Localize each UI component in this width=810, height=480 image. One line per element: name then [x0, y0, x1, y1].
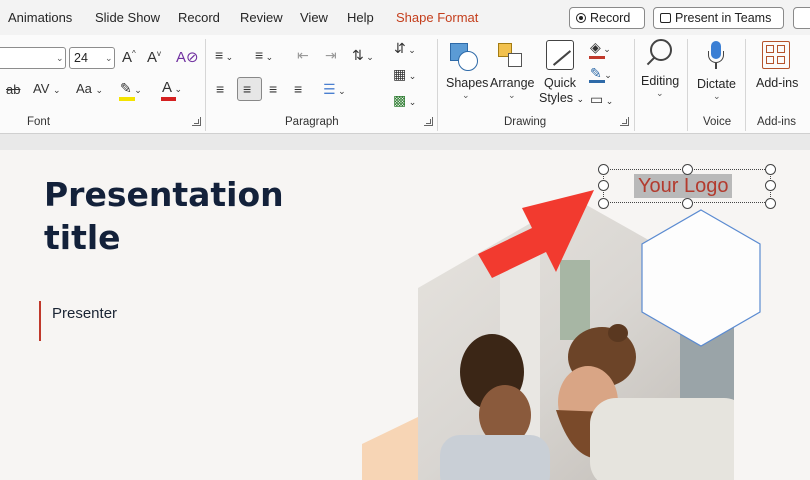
person-right-shirt	[590, 398, 734, 480]
justify-button[interactable]: ≡	[294, 81, 302, 97]
tab-slide-show[interactable]: Slide Show	[95, 10, 160, 25]
resize-handle-bottom-left[interactable]	[598, 198, 609, 209]
comments-button[interactable]	[793, 7, 810, 29]
increase-indent-button[interactable]: ⇥	[325, 47, 337, 64]
font-dialog-launcher[interactable]	[192, 117, 201, 126]
microphone-icon	[708, 41, 724, 71]
grow-font-icon: A	[122, 49, 133, 66]
search-icon	[646, 39, 674, 69]
font-color-button[interactable]: A ⌄	[162, 79, 182, 96]
person-left-shirt	[440, 435, 550, 480]
paragraph-dialog-launcher[interactable]	[424, 117, 433, 126]
columns-button[interactable]: ☰ ⌄	[323, 81, 346, 98]
record-button[interactable]: Record	[569, 7, 645, 29]
shape-effects-button[interactable]: ▭ ⌄	[590, 91, 613, 108]
clear-formatting-icon[interactable]: A⊘	[176, 48, 199, 66]
shrink-font-icon: A	[147, 49, 158, 66]
resize-handle-bottom[interactable]	[682, 198, 693, 209]
red-arrow-icon	[478, 190, 594, 278]
chevron-down-icon: ⌄	[508, 90, 516, 100]
bullets-button[interactable]: ≡ ⌄	[215, 47, 233, 63]
quick-styles-label-2: Styles	[539, 91, 574, 105]
character-spacing-button[interactable]: AV ⌄	[33, 81, 61, 96]
shrink-font-button[interactable]: Av	[147, 49, 161, 66]
arrange-button[interactable]: Arrange	[490, 76, 534, 90]
slide-title[interactable]: Presentation title	[44, 173, 304, 259]
align-left-button[interactable]: ≡	[216, 81, 224, 97]
highlight-color-swatch	[119, 97, 135, 101]
shapes-icon	[448, 41, 480, 73]
tab-record[interactable]: Record	[178, 10, 220, 25]
add-ins-button[interactable]: Add-ins	[756, 76, 798, 90]
tab-review[interactable]: Review	[240, 10, 283, 25]
resize-handle-left[interactable]	[598, 180, 609, 191]
font-color-swatch	[161, 97, 176, 101]
resize-handle-top-right[interactable]	[765, 164, 776, 175]
add-ins-group-label: Add-ins	[757, 116, 796, 128]
resize-handle-top-left[interactable]	[598, 164, 609, 175]
chevron-down-icon: ⌄	[105, 53, 113, 63]
chevron-down-icon: ⌄	[656, 88, 664, 98]
presenter-text[interactable]: Presenter	[52, 305, 117, 322]
paragraph-group-label: Paragraph	[285, 116, 339, 128]
chevron-down-icon: ⌄	[462, 90, 470, 100]
shape-fill-button[interactable]: ◈ ⌄	[590, 39, 611, 56]
resize-handle-top[interactable]	[682, 164, 693, 175]
separator	[745, 39, 746, 131]
strikethrough-button[interactable]: ab	[6, 82, 20, 97]
align-center-button[interactable]: ≡	[237, 77, 262, 101]
change-case-icon: Aa	[76, 81, 92, 96]
chevron-down-icon: ⌄	[713, 91, 721, 101]
line-spacing-button[interactable]: ⇅ ⌄	[352, 47, 374, 64]
align-text-button[interactable]: ▦ ⌄	[393, 66, 416, 83]
quick-styles-button[interactable]: Styles ⌄	[539, 91, 584, 105]
numbering-button[interactable]: ≡ ⌄	[255, 47, 273, 63]
grow-font-button[interactable]: A^	[122, 49, 136, 66]
shape-outline-swatch	[589, 80, 605, 83]
font-name-box[interactable]: ⌄	[0, 47, 66, 69]
align-right-button[interactable]: ≡	[269, 81, 277, 97]
resize-handle-bottom-right[interactable]	[765, 198, 776, 209]
font-group-label: Font	[27, 116, 51, 128]
smartart-button[interactable]: ▩ ⌄	[393, 92, 416, 109]
chevron-down-icon: ⌄	[56, 53, 64, 63]
add-ins-icon	[762, 41, 790, 69]
quick-styles-label-1[interactable]: Quick	[544, 76, 576, 90]
menu-bar: Animations Slide Show Record Review View…	[0, 0, 810, 35]
drawing-group-label: Drawing	[504, 116, 547, 128]
teams-icon	[660, 13, 671, 23]
align-center-icon: ≡	[243, 81, 252, 97]
logo-placeholder-text[interactable]: Your Logo	[634, 174, 733, 198]
tab-shape-format[interactable]: Shape Format	[396, 10, 478, 25]
font-size-value: 24	[74, 51, 88, 65]
change-case-button[interactable]: Aa ⌄	[76, 81, 103, 96]
decrease-indent-button[interactable]: ⇤	[297, 47, 309, 64]
separator	[437, 39, 438, 131]
highlight-color-button[interactable]: ✎ ⌄	[120, 80, 142, 97]
tab-help[interactable]: Help	[347, 10, 374, 25]
dictate-button[interactable]: Dictate	[697, 77, 736, 91]
present-in-teams-label: Present in Teams	[675, 11, 772, 25]
tab-view[interactable]: View	[300, 10, 328, 25]
ribbon: ⌄ 24 ⌄ A^ Av A⊘ ab AV ⌄ Aa ⌄ ✎ ⌄ A ⌄ Fon…	[0, 35, 810, 134]
present-in-teams-button[interactable]: Present in Teams	[653, 7, 784, 29]
character-spacing-icon: AV	[33, 81, 50, 96]
record-icon	[576, 13, 586, 23]
editing-button[interactable]: Editing	[641, 74, 679, 88]
record-button-label: Record	[590, 11, 631, 25]
tab-animations[interactable]: Animations	[8, 10, 72, 25]
font-size-box[interactable]: 24 ⌄	[69, 47, 115, 69]
presenter-accent-bar	[39, 301, 41, 341]
shape-fill-swatch	[589, 56, 605, 59]
drawing-dialog-launcher[interactable]	[620, 117, 629, 126]
shapes-button[interactable]: Shapes	[446, 76, 488, 90]
resize-handle-right[interactable]	[765, 180, 776, 191]
text-direction-button[interactable]: ⇵ ⌄	[394, 40, 416, 57]
quick-styles-icon	[546, 40, 574, 70]
separator	[687, 39, 688, 131]
separator	[205, 39, 206, 131]
arrange-icon	[496, 41, 526, 71]
separator	[634, 39, 635, 131]
voice-group-label: Voice	[703, 116, 732, 128]
